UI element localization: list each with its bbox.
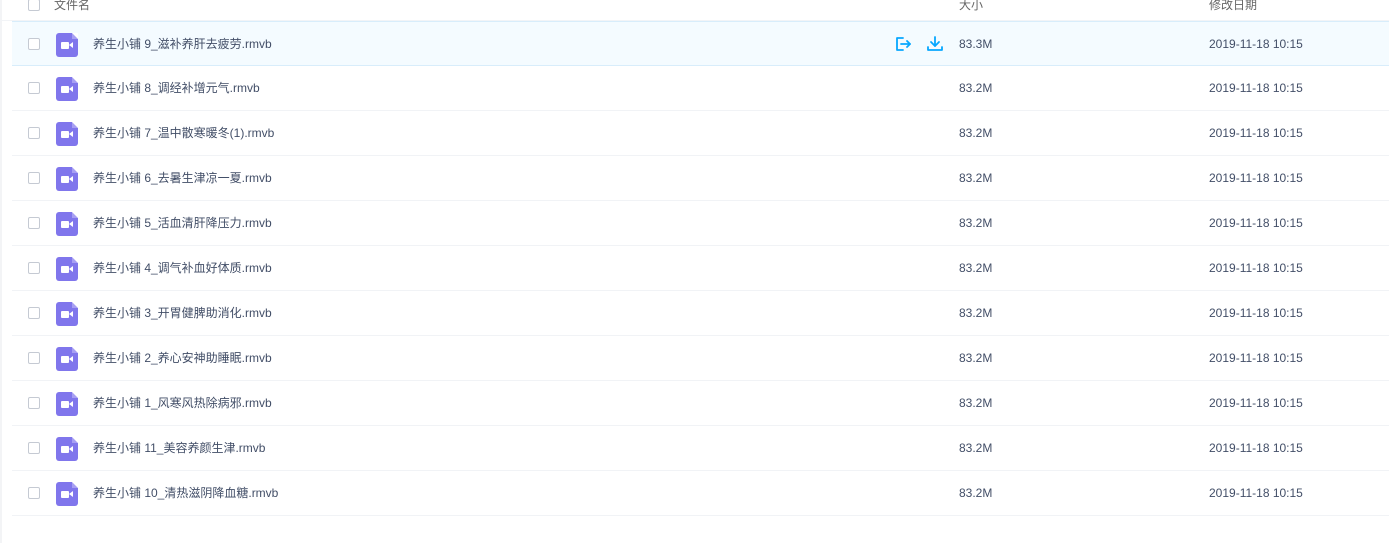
file-name[interactable]: 养生小铺 8_调经补增元气.rmvb <box>93 81 260 95</box>
file-list: 养生小铺 9_滋补养肝去疲劳.rmvb 83.3M 2019-11-18 10:… <box>12 21 1389 516</box>
file-date: 2019-11-18 10:15 <box>1209 216 1303 230</box>
file-size: 83.2M <box>959 261 993 275</box>
file-row[interactable]: 养生小铺 4_调气补血好体质.rmvb 83.2M 2019-11-18 10:… <box>12 246 1389 291</box>
row-checkbox[interactable] <box>28 262 40 274</box>
download-icon[interactable] <box>925 34 945 54</box>
row-checkbox[interactable] <box>28 352 40 364</box>
column-header-date[interactable]: 修改日期 <box>1209 0 1257 12</box>
file-date: 2019-11-18 10:15 <box>1209 441 1303 455</box>
left-border <box>0 0 2 543</box>
file-row[interactable]: 养生小铺 2_养心安神助睡眠.rmvb 83.2M 2019-11-18 10:… <box>12 336 1389 381</box>
video-file-icon <box>56 347 78 371</box>
row-checkbox[interactable] <box>28 487 40 499</box>
file-size: 83.2M <box>959 171 993 185</box>
column-header-size[interactable]: 大小 <box>959 0 983 12</box>
column-header-name[interactable]: 文件名 <box>54 0 90 12</box>
row-checkbox[interactable] <box>28 38 40 50</box>
file-row[interactable]: 养生小铺 9_滋补养肝去疲劳.rmvb 83.3M 2019-11-18 10:… <box>12 21 1389 66</box>
file-date: 2019-11-18 10:15 <box>1209 171 1303 185</box>
video-file-icon <box>56 33 78 57</box>
file-size: 83.2M <box>959 306 993 320</box>
select-all-checkbox[interactable] <box>28 0 40 11</box>
row-checkbox[interactable] <box>28 442 40 454</box>
file-size: 83.2M <box>959 351 993 365</box>
video-file-icon <box>56 77 78 101</box>
share-icon[interactable] <box>892 34 912 54</box>
file-size: 83.2M <box>959 396 993 410</box>
file-name[interactable]: 养生小铺 3_开胃健脾助消化.rmvb <box>93 306 272 320</box>
file-list-header: 文件名 大小 修改日期 <box>0 0 1389 21</box>
file-date: 2019-11-18 10:15 <box>1209 261 1303 275</box>
file-row[interactable]: 养生小铺 6_去暑生津凉一夏.rmvb 83.2M 2019-11-18 10:… <box>12 156 1389 201</box>
file-row[interactable]: 养生小铺 11_美容养颜生津.rmvb 83.2M 2019-11-18 10:… <box>12 426 1389 471</box>
row-checkbox[interactable] <box>28 82 40 94</box>
file-date: 2019-11-18 10:15 <box>1209 126 1303 140</box>
row-checkbox[interactable] <box>28 397 40 409</box>
file-name[interactable]: 养生小铺 9_滋补养肝去疲劳.rmvb <box>93 37 272 51</box>
file-name[interactable]: 养生小铺 4_调气补血好体质.rmvb <box>93 261 272 275</box>
row-checkbox[interactable] <box>28 217 40 229</box>
video-file-icon <box>56 257 78 281</box>
file-name[interactable]: 养生小铺 11_美容养颜生津.rmvb <box>93 441 265 455</box>
file-name[interactable]: 养生小铺 6_去暑生津凉一夏.rmvb <box>93 171 272 185</box>
row-checkbox[interactable] <box>28 172 40 184</box>
file-name[interactable]: 养生小铺 7_温中散寒暖冬(1).rmvb <box>93 126 274 140</box>
file-date: 2019-11-18 10:15 <box>1209 306 1303 320</box>
row-checkbox[interactable] <box>28 127 40 139</box>
video-file-icon <box>56 482 78 506</box>
row-checkbox[interactable] <box>28 307 40 319</box>
file-date: 2019-11-18 10:15 <box>1209 351 1303 365</box>
video-file-icon <box>56 302 78 326</box>
file-size: 83.3M <box>959 37 993 51</box>
file-date: 2019-11-18 10:15 <box>1209 81 1303 95</box>
file-size: 83.2M <box>959 486 993 500</box>
file-row[interactable]: 养生小铺 1_风寒风热除病邪.rmvb 83.2M 2019-11-18 10:… <box>12 381 1389 426</box>
file-row[interactable]: 养生小铺 10_清热滋阴降血糖.rmvb 83.2M 2019-11-18 10… <box>12 471 1389 516</box>
file-row[interactable]: 养生小铺 5_活血清肝降压力.rmvb 83.2M 2019-11-18 10:… <box>12 201 1389 246</box>
file-name[interactable]: 养生小铺 10_清热滋阴降血糖.rmvb <box>93 486 278 500</box>
file-size: 83.2M <box>959 441 993 455</box>
file-date: 2019-11-18 10:15 <box>1209 37 1303 51</box>
file-name[interactable]: 养生小铺 1_风寒风热除病邪.rmvb <box>93 396 272 410</box>
file-date: 2019-11-18 10:15 <box>1209 396 1303 410</box>
video-file-icon <box>56 122 78 146</box>
file-name[interactable]: 养生小铺 2_养心安神助睡眠.rmvb <box>93 351 272 365</box>
video-file-icon <box>56 212 78 236</box>
video-file-icon <box>56 437 78 461</box>
file-name[interactable]: 养生小铺 5_活血清肝降压力.rmvb <box>93 216 272 230</box>
file-size: 83.2M <box>959 216 993 230</box>
file-row[interactable]: 养生小铺 7_温中散寒暖冬(1).rmvb 83.2M 2019-11-18 1… <box>12 111 1389 156</box>
file-size: 83.2M <box>959 126 993 140</box>
file-size: 83.2M <box>959 81 993 95</box>
file-row[interactable]: 养生小铺 8_调经补增元气.rmvb 83.2M 2019-11-18 10:1… <box>12 66 1389 111</box>
video-file-icon <box>56 392 78 416</box>
video-file-icon <box>56 167 78 191</box>
file-date: 2019-11-18 10:15 <box>1209 486 1303 500</box>
file-row[interactable]: 养生小铺 3_开胃健脾助消化.rmvb 83.2M 2019-11-18 10:… <box>12 291 1389 336</box>
